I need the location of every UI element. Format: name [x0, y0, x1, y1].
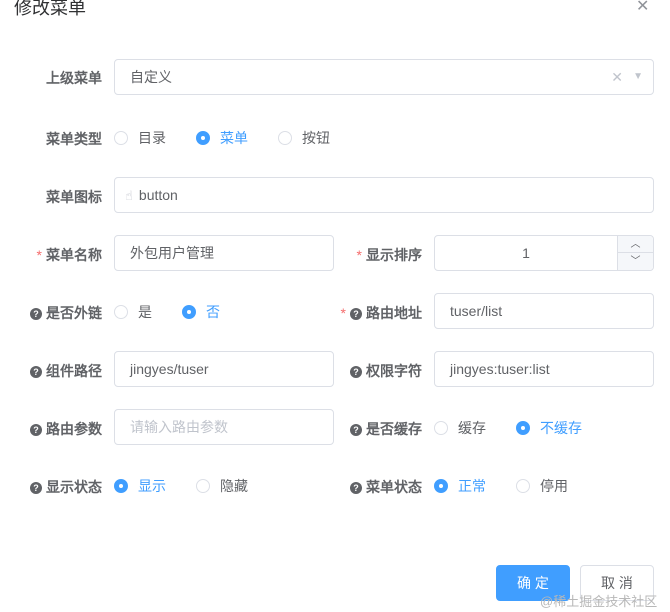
route-path-label: *? 路由地址 [340, 305, 422, 321]
radio-circle-icon [434, 421, 448, 435]
cache-label: ? 是否缓存 [340, 419, 422, 439]
radio-circle-icon [114, 131, 128, 145]
question-icon: ? [350, 366, 362, 378]
caret-down-icon[interactable]: ▼ [633, 60, 643, 94]
close-icon[interactable]: ✕ [636, 0, 649, 16]
required-mark: * [356, 247, 362, 263]
external-link-radio-no[interactable]: 否 [182, 302, 220, 322]
question-icon: ? [30, 308, 42, 320]
dialog-title: 修改菜单 [14, 0, 86, 18]
question-icon: ? [30, 366, 42, 378]
radio-circle-icon [278, 131, 292, 145]
permission-label: ? 权限字符 [340, 361, 422, 381]
menu-type-label: 菜单类型 [46, 131, 102, 147]
watermark: @稀土掘金技术社区 [540, 594, 658, 609]
required-mark: * [36, 247, 42, 263]
sort-order-label: * 显示排序 [356, 247, 422, 263]
sort-order-value: 1 [522, 245, 530, 261]
question-icon: ? [30, 482, 42, 494]
required-mark: * [340, 305, 346, 321]
radio-checked-icon [182, 305, 196, 319]
component-path-label: ? 组件路径 [20, 361, 102, 381]
route-params-label: ? 路由参数 [20, 419, 102, 439]
permission-input[interactable]: jingyes:tuser:list [434, 351, 654, 387]
radio-checked-icon [114, 479, 128, 493]
menu-type-radio-button[interactable]: 按钮 [278, 128, 330, 148]
parent-menu-value: 自定义 [130, 69, 172, 85]
route-path-input[interactable]: tuser/list [434, 293, 654, 329]
parent-menu-label: 上级菜单 [46, 70, 102, 86]
menu-icon-label: 菜单图标 [46, 189, 102, 205]
cache-radio-yes[interactable]: 缓存 [434, 418, 486, 438]
status-radio-disabled[interactable]: 停用 [516, 476, 568, 496]
visible-label: ? 显示状态 [20, 477, 102, 497]
hand-pointer-icon: ☝ [125, 188, 133, 203]
radio-circle-icon [196, 479, 210, 493]
question-icon: ? [350, 308, 362, 320]
menu-name-input[interactable]: 外包用户管理 [114, 235, 334, 271]
cache-radio-no[interactable]: 不缓存 [516, 418, 582, 438]
visible-radio-show[interactable]: 显示 [114, 476, 166, 496]
clear-icon[interactable]: ✕ [611, 60, 623, 94]
question-icon: ? [350, 424, 362, 436]
parent-menu-select[interactable]: 自定义 ✕ ▼ [114, 59, 654, 95]
route-params-input[interactable]: 请输入路由参数 [114, 409, 334, 445]
external-link-label: ? 是否外链 [20, 303, 102, 323]
component-path-input[interactable]: jingyes/tuser [114, 351, 334, 387]
menu-type-radio-directory[interactable]: 目录 [114, 128, 166, 148]
status-label: ? 菜单状态 [340, 477, 422, 497]
visible-radio-hide[interactable]: 隐藏 [196, 476, 248, 496]
increase-arrow-icon[interactable]: ︿ [617, 236, 653, 253]
menu-icon-value: button [138, 187, 178, 203]
status-radio-normal[interactable]: 正常 [434, 476, 486, 496]
sort-order-stepper[interactable]: 1 ︿ ﹀ [434, 235, 654, 271]
menu-type-radio-menu[interactable]: 菜单 [196, 128, 248, 148]
decrease-arrow-icon[interactable]: ﹀ [617, 253, 653, 270]
radio-circle-icon [516, 479, 530, 493]
radio-checked-icon [196, 131, 210, 145]
question-icon: ? [350, 482, 362, 494]
radio-checked-icon [516, 421, 530, 435]
question-icon: ? [30, 424, 42, 436]
menu-name-label: * 菜单名称 [36, 247, 102, 263]
radio-circle-icon [114, 305, 128, 319]
external-link-radio-yes[interactable]: 是 [114, 302, 152, 322]
menu-icon-input[interactable]: ☝ button [114, 177, 654, 213]
radio-checked-icon [434, 479, 448, 493]
